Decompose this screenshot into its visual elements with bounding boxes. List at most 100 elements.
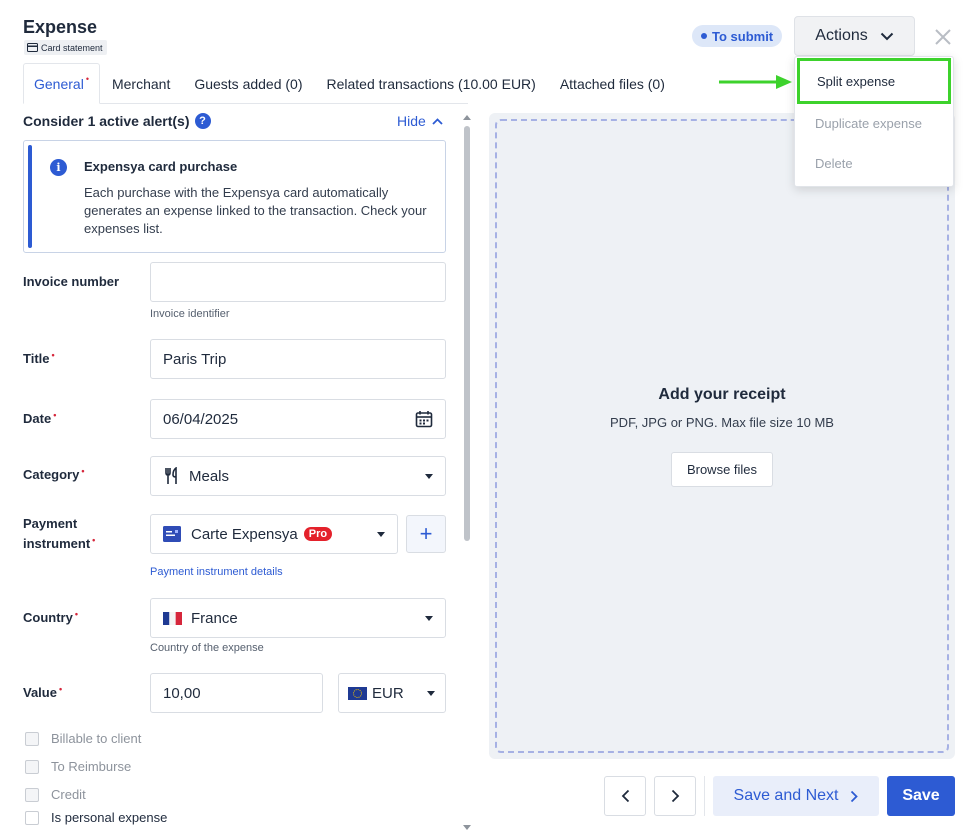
help-icon[interactable]: ?: [194, 113, 211, 129]
card-icon: [163, 526, 181, 542]
browse-files-button[interactable]: Browse files: [671, 452, 773, 487]
date-value: 06/04/2025: [163, 410, 239, 428]
tab-bar: General • Merchant Guests added (0) Relat…: [23, 63, 677, 104]
alert-card: i Expensya card purchase Each purchase w…: [23, 140, 446, 253]
receipt-dropzone[interactable]: [495, 119, 949, 753]
currency-value: EUR: [372, 684, 404, 702]
required-marker: •: [53, 410, 57, 420]
menu-item-split-expense[interactable]: Split expense: [797, 58, 951, 104]
tab-attached-label: Attached files (0): [559, 75, 665, 92]
payment-label-line1: Payment: [23, 516, 78, 531]
currency-select[interactable]: EUR: [338, 673, 446, 713]
caret-down-icon: [377, 531, 385, 537]
value-label-text: Value: [23, 685, 57, 700]
hide-alerts-link[interactable]: Hide: [397, 113, 443, 129]
category-value: Meals: [189, 467, 230, 485]
next-button[interactable]: [654, 776, 696, 816]
scroll-down-icon[interactable]: [463, 825, 471, 830]
caret-down-icon: [425, 615, 433, 621]
credit-checkbox-row: Credit: [25, 787, 86, 802]
personal-expense-checkbox-row[interactable]: Is personal expense: [25, 810, 167, 825]
chevron-right-icon: [851, 790, 859, 802]
country-label: Country •: [23, 608, 78, 629]
close-icon[interactable]: [931, 25, 955, 49]
amount-value: 10,00: [163, 684, 201, 702]
save-and-next-button[interactable]: Save and Next: [713, 776, 879, 816]
payment-instrument-details-link[interactable]: Payment instrument details: [150, 566, 283, 578]
alert-accent-bar: [28, 145, 32, 248]
credit-checkbox: [25, 787, 39, 802]
calendar-icon[interactable]: [415, 410, 433, 428]
tab-attached-files[interactable]: Attached files (0): [548, 63, 677, 104]
required-marker: •: [85, 73, 89, 84]
date-label: Date •: [23, 409, 56, 430]
info-icon: i: [50, 159, 67, 176]
required-marker: •: [58, 684, 63, 694]
chevron-up-icon: [432, 117, 443, 125]
scroll-up-icon[interactable]: [463, 115, 471, 120]
tab-related-label: Related transactions (10.00 EUR): [326, 75, 536, 92]
value-label: Value •: [23, 683, 62, 704]
title-value: Paris Trip: [163, 350, 227, 368]
save-and-next-label: Save and Next: [733, 787, 839, 804]
actions-label: Actions: [815, 27, 868, 44]
status-badge: To submit: [692, 25, 783, 47]
invoice-number-input[interactable]: [150, 262, 446, 302]
required-marker: •: [81, 466, 85, 476]
billable-label: Billable to client: [51, 731, 142, 746]
scrollbar-thumb[interactable]: [464, 126, 470, 541]
pro-badge: Pro: [303, 527, 333, 541]
alert-text: Each purchase with the Expensya card aut…: [84, 185, 427, 236]
chevron-left-icon: [621, 789, 629, 803]
add-payment-instrument-button[interactable]: +: [406, 515, 446, 553]
status-dot-icon: [701, 33, 707, 39]
receipt-subtitle: PDF, JPG or PNG. Max file size 10 MB: [610, 415, 834, 430]
alert-title: Expensya card purchase: [84, 159, 238, 174]
personal-expense-label: Is personal expense: [51, 810, 168, 825]
tab-guests[interactable]: Guests added (0): [182, 63, 314, 104]
date-input[interactable]: 06/04/2025: [150, 399, 446, 439]
menu-item-duplicate-expense[interactable]: Duplicate expense: [795, 103, 953, 143]
france-flag-icon: [163, 611, 182, 625]
country-value: France: [191, 609, 238, 627]
tab-merchant-label: Merchant: [111, 75, 171, 92]
country-select[interactable]: France: [150, 598, 446, 638]
caret-down-icon: [427, 690, 435, 696]
pointer-arrow-icon: [719, 75, 792, 89]
tab-guests-label: Guests added (0): [194, 75, 303, 92]
card-statement-label: Card statement: [41, 42, 103, 53]
title-input[interactable]: Paris Trip: [150, 339, 446, 379]
title-label-text: Title: [23, 351, 50, 366]
category-label-text: Category: [23, 467, 80, 482]
credit-card-icon: [27, 43, 38, 52]
caret-down-icon: [425, 473, 433, 479]
amount-input[interactable]: 10,00: [150, 673, 323, 713]
tab-related-transactions[interactable]: Related transactions (10.00 EUR): [315, 63, 548, 104]
footer-divider: [704, 776, 705, 816]
actions-button[interactable]: Actions: [794, 16, 915, 56]
personal-expense-checkbox[interactable]: [25, 810, 39, 825]
save-button[interactable]: Save: [887, 776, 955, 816]
tab-general[interactable]: General •: [23, 63, 100, 104]
tab-general-label: General: [34, 75, 84, 92]
title-label: Title •: [23, 349, 55, 370]
required-marker: •: [92, 535, 96, 545]
category-select[interactable]: Meals: [150, 456, 446, 496]
hide-label: Hide: [397, 113, 426, 129]
reimburse-label: To Reimburse: [51, 759, 132, 774]
country-label-text: Country: [23, 610, 73, 625]
previous-button[interactable]: [604, 776, 646, 816]
plus-icon: +: [419, 521, 433, 546]
menu-item-delete[interactable]: Delete: [795, 143, 953, 183]
payment-instrument-select[interactable]: Carte Expensya Pro: [150, 514, 398, 554]
alerts-heading: Consider 1 active alert(s) ?: [23, 113, 211, 129]
required-marker: •: [51, 350, 55, 360]
reimburse-checkbox: [25, 759, 39, 774]
credit-label: Credit: [51, 787, 86, 802]
billable-checkbox: [25, 731, 39, 746]
category-label: Category •: [23, 465, 85, 486]
actions-menu: Split expense Duplicate expense Delete: [794, 56, 954, 187]
payment-label-line2-text: instrument: [23, 536, 91, 551]
eu-flag-icon: [348, 686, 367, 700]
tab-merchant[interactable]: Merchant: [100, 63, 182, 104]
